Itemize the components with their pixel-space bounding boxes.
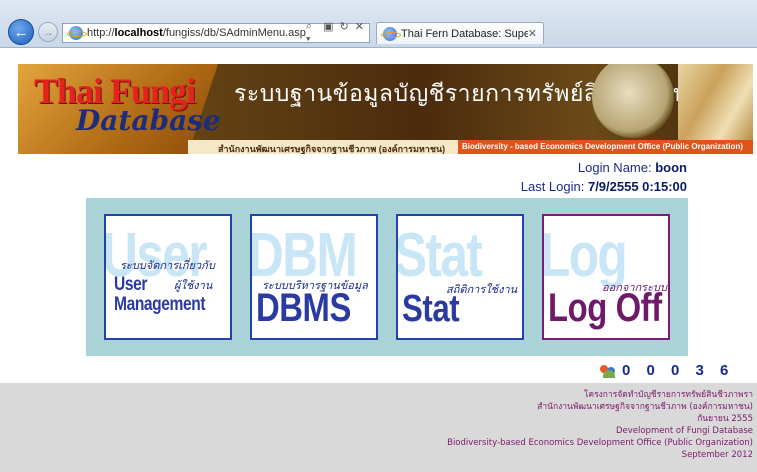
user-management-button[interactable]: User ระบบจัดการเกี่ยวกับ User ผู้ใช้งาน … <box>104 214 232 340</box>
back-arrow-icon[interactable]: ← <box>8 19 34 45</box>
refresh-icon[interactable]: ↻ <box>340 20 349 46</box>
spores-image <box>678 64 753 142</box>
last-login-value: 7/9/2555 0:15:00 <box>587 179 687 194</box>
tab-close-icon[interactable]: ✕ <box>528 27 537 40</box>
forward-arrow-icon[interactable]: → <box>38 22 58 42</box>
address-tools: ⌕ ▾ ▣ ↻ ✕ <box>306 20 369 46</box>
login-name-label: Login Name: <box>577 160 652 175</box>
stop-icon[interactable]: ✕ <box>355 20 364 46</box>
footer: โครงการจัดทำบัญชีรายการทรัพย์สินชีวภาพรา… <box>0 383 757 472</box>
logo-subtext: Database <box>76 104 221 137</box>
search-dropdown-icon[interactable]: ⌕ ▾ <box>306 20 317 46</box>
address-bar[interactable]: http://localhost/fungiss/db/SAdminMenu.a… <box>62 20 370 46</box>
tab-title: Thai Fern Database: SuperA... <box>401 27 528 40</box>
url-text[interactable]: http://localhost/fungiss/db/SAdminMenu.a… <box>87 27 306 39</box>
ie-page-icon <box>67 26 87 40</box>
stat-button[interactable]: Stat สถิติการใช้งาน Stat <box>396 214 524 340</box>
site-banner: Thai Fungi Database ระบบฐานข้อมูลบัญชีรา… <box>18 64 753 154</box>
last-login-label: Last Login: <box>520 179 585 194</box>
dbms-button[interactable]: DBM ระบบบริหารฐานข้อมูล DBMS <box>250 214 378 340</box>
admin-menu-panel: User ระบบจัดการเกี่ยวกับ User ผู้ใช้งาน … <box>86 198 688 356</box>
tab-page-icon <box>381 26 401 41</box>
login-name-value: boon <box>655 160 687 175</box>
users-icon <box>600 364 618 378</box>
counter-digits: 0 0 0 3 6 <box>622 362 735 379</box>
visitor-counter: 0 0 0 3 6 <box>600 362 734 379</box>
login-info: Login Name: boon Last Login: 7/9/2555 0:… <box>521 158 687 196</box>
log-off-button[interactable]: Log ออกจากระบบ Log Off <box>542 214 670 340</box>
footer-text: โครงการจัดทำบัญชีรายการทรัพย์สินชีวภาพรา… <box>447 390 753 460</box>
banner-subtitle-english: Biodiversity - based Economics Developme… <box>462 142 743 151</box>
banner-subtitle-thai: สำนักงานพัฒนาเศรษฐกิจจากฐานชีวภาพ (องค์ก… <box>218 144 446 154</box>
compatibility-icon[interactable]: ▣ <box>323 20 333 46</box>
browser-chrome: ← → http://localhost/fungiss/db/SAdminMe… <box>0 0 757 48</box>
browser-tab[interactable]: Thai Fern Database: SuperA... ✕ <box>376 22 544 44</box>
